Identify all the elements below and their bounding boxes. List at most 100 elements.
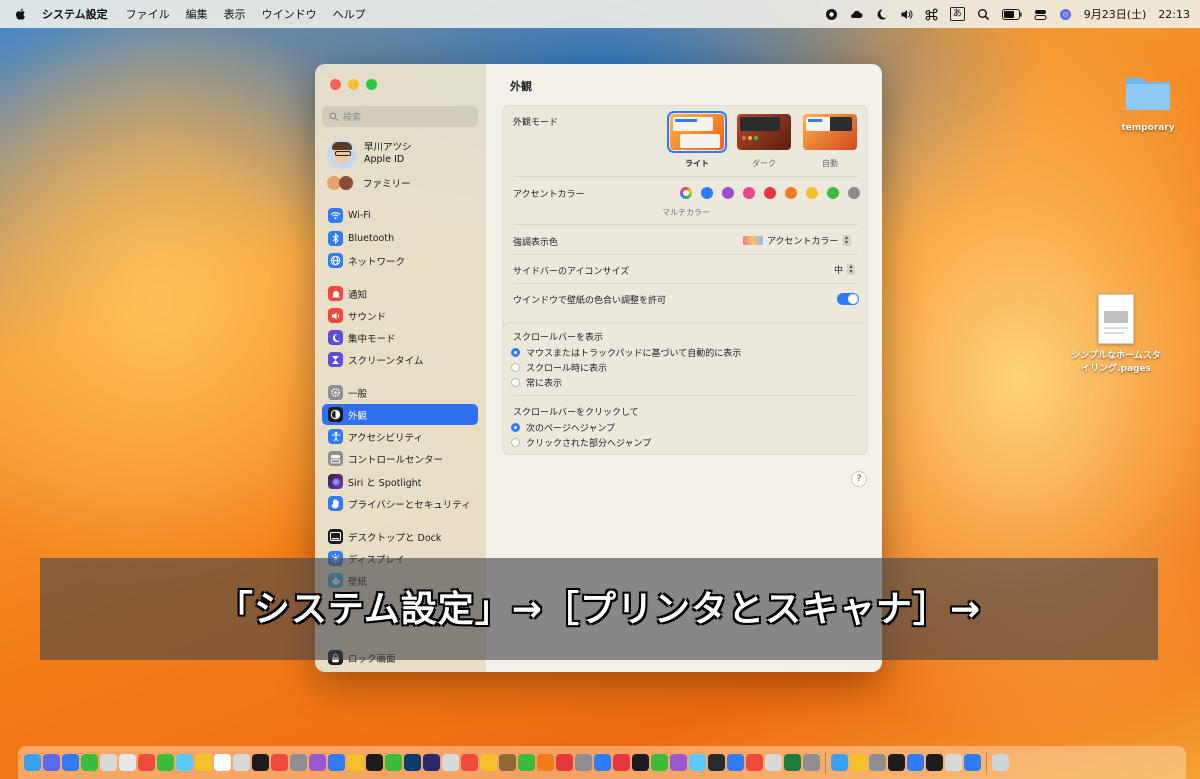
dock-app-icon[interactable] bbox=[214, 754, 231, 771]
dock-app-icon[interactable] bbox=[480, 754, 497, 771]
sidebar-item-privacy-security[interactable]: プライバシーとセキュリティ bbox=[322, 493, 478, 514]
dock-app-icon[interactable] bbox=[556, 754, 573, 771]
dock-app-icon[interactable] bbox=[689, 754, 706, 771]
dock-app-icon[interactable] bbox=[803, 754, 820, 771]
mode-light-thumbnail[interactable] bbox=[667, 111, 727, 153]
volume-icon[interactable] bbox=[900, 8, 913, 21]
accent-orange-swatch[interactable] bbox=[785, 187, 797, 199]
zoom-button[interactable] bbox=[366, 79, 377, 90]
dock-app-icon[interactable] bbox=[746, 754, 763, 771]
scrollbar-click-spot-option[interactable]: クリックされた部分へジャンプ bbox=[511, 436, 651, 449]
dock-app-icon[interactable] bbox=[290, 754, 307, 771]
accent-pink-swatch[interactable] bbox=[743, 187, 755, 199]
control-center-icon[interactable] bbox=[1034, 8, 1047, 21]
menubar-date[interactable]: 9月23日(土) bbox=[1084, 6, 1147, 22]
close-button[interactable] bbox=[330, 79, 341, 90]
spotlight-search-icon[interactable] bbox=[977, 8, 990, 21]
dock-app-icon[interactable] bbox=[888, 754, 905, 771]
sidebar-item-control-center[interactable]: コントロールセンター bbox=[322, 448, 478, 469]
scrollbar-show-scrolling-option[interactable]: スクロール時に表示 bbox=[511, 361, 607, 374]
dock-app-icon[interactable] bbox=[518, 754, 535, 771]
dock-app-icon[interactable] bbox=[423, 754, 440, 771]
dock-app-icon[interactable] bbox=[945, 754, 962, 771]
dock-app-icon[interactable] bbox=[727, 754, 744, 771]
dock-app-icon[interactable] bbox=[233, 754, 250, 771]
sidebar-item-sound[interactable]: サウンド bbox=[322, 305, 478, 326]
sidebar-item-bluetooth[interactable]: Bluetooth bbox=[322, 228, 478, 249]
trash-icon[interactable] bbox=[992, 754, 1009, 771]
menu-help[interactable]: ヘルプ bbox=[333, 6, 366, 22]
accent-green-swatch[interactable] bbox=[827, 187, 839, 199]
sidebar-item-accessibility[interactable]: アクセシビリティ bbox=[322, 426, 478, 447]
dock-app-icon[interactable] bbox=[765, 754, 782, 771]
dock-app-icon[interactable] bbox=[651, 754, 668, 771]
menu-view[interactable]: 表示 bbox=[224, 6, 246, 22]
dock-app-icon[interactable] bbox=[157, 754, 174, 771]
dock-app-icon[interactable] bbox=[499, 754, 516, 771]
accent-yellow-swatch[interactable] bbox=[806, 187, 818, 199]
apple-menu-icon[interactable] bbox=[14, 7, 28, 21]
help-button[interactable]: ? bbox=[851, 471, 867, 487]
folder-icon[interactable] bbox=[1124, 72, 1172, 112]
dock-app-icon[interactable] bbox=[907, 754, 924, 771]
minimize-button[interactable] bbox=[348, 79, 359, 90]
sidebar-icon-size-popup[interactable]: 中 ▴ ▾ bbox=[834, 263, 856, 276]
dock-app-icon[interactable] bbox=[850, 754, 867, 771]
dock-app-icon[interactable] bbox=[784, 754, 801, 771]
moon-icon[interactable] bbox=[875, 8, 888, 21]
search-field[interactable]: 検索 bbox=[322, 106, 478, 127]
dock-app-icon[interactable] bbox=[309, 754, 326, 771]
menu-file[interactable]: ファイル bbox=[126, 6, 170, 22]
dock-app-icon[interactable] bbox=[328, 754, 345, 771]
dock-app-icon[interactable] bbox=[195, 754, 212, 771]
siri-icon[interactable] bbox=[1059, 8, 1072, 21]
sidebar-item-network[interactable]: ネットワーク bbox=[322, 250, 478, 271]
accent-graphite-swatch[interactable] bbox=[848, 187, 860, 199]
highlight-color-popup[interactable]: アクセントカラー ▴ ▾ bbox=[743, 234, 851, 247]
dock-app-icon[interactable] bbox=[176, 754, 193, 771]
sidebar-item-wifi[interactable]: Wi-Fi bbox=[322, 205, 478, 226]
cloud-icon[interactable] bbox=[850, 8, 863, 21]
apple-id-profile[interactable]: 早川アツシ Apple ID bbox=[327, 139, 412, 169]
dock-app-icon[interactable] bbox=[575, 754, 592, 771]
dock-app-icon[interactable] bbox=[43, 754, 60, 771]
accent-purple-swatch[interactable] bbox=[722, 187, 734, 199]
dock-app-icon[interactable] bbox=[594, 754, 611, 771]
wallpaper-tint-toggle[interactable] bbox=[837, 293, 859, 305]
dock-app-icon[interactable] bbox=[537, 754, 554, 771]
dock-app-icon[interactable] bbox=[271, 754, 288, 771]
dock-app-icon[interactable] bbox=[670, 754, 687, 771]
sidebar-item-general[interactable]: 一般 bbox=[322, 382, 478, 403]
dock-app-icon[interactable] bbox=[964, 754, 981, 771]
sidebar-item-appearance[interactable]: 外観 bbox=[322, 404, 478, 425]
input-method-indicator[interactable]: あ bbox=[949, 7, 965, 21]
accent-blue-swatch[interactable] bbox=[701, 187, 713, 199]
mode-auto-thumbnail[interactable] bbox=[803, 114, 857, 150]
command-icon[interactable] bbox=[925, 8, 938, 21]
menu-edit[interactable]: 編集 bbox=[186, 6, 208, 22]
desktop-folder-label[interactable]: temporary bbox=[1106, 123, 1190, 133]
dock-app-icon[interactable] bbox=[926, 754, 943, 771]
dock-app-icon[interactable] bbox=[100, 754, 117, 771]
dock-app-icon[interactable] bbox=[81, 754, 98, 771]
desktop-document-label[interactable]: シンプルなホームスタ イリング.pages bbox=[1062, 350, 1170, 376]
dock-app-icon[interactable] bbox=[347, 754, 364, 771]
dock-app-icon[interactable] bbox=[385, 754, 402, 771]
dock-app-icon[interactable] bbox=[138, 754, 155, 771]
sidebar-item-desktop-dock[interactable]: デスクトップと Dock bbox=[322, 526, 478, 547]
scrollbar-click-next-page-option[interactable]: 次のページへジャンプ bbox=[511, 421, 615, 434]
battery-icon[interactable] bbox=[1001, 8, 1022, 20]
dock-app-icon[interactable] bbox=[24, 754, 41, 771]
dock-app-icon[interactable] bbox=[831, 754, 848, 771]
dock-app-icon[interactable] bbox=[708, 754, 725, 771]
dock-app-icon[interactable] bbox=[461, 754, 478, 771]
sidebar-item-focus[interactable]: 集中モード bbox=[322, 327, 478, 348]
sidebar-item-family[interactable]: ファミリー bbox=[327, 175, 411, 191]
mode-dark-thumbnail[interactable] bbox=[737, 114, 791, 150]
scrollbar-show-always-option[interactable]: 常に表示 bbox=[511, 376, 562, 389]
dock-app-icon[interactable] bbox=[366, 754, 383, 771]
sidebar-item-screen-time[interactable]: スクリーンタイム bbox=[322, 349, 478, 370]
dock-app-icon[interactable] bbox=[613, 754, 630, 771]
dock-app-icon[interactable] bbox=[62, 754, 79, 771]
dock-app-icon[interactable] bbox=[632, 754, 649, 771]
